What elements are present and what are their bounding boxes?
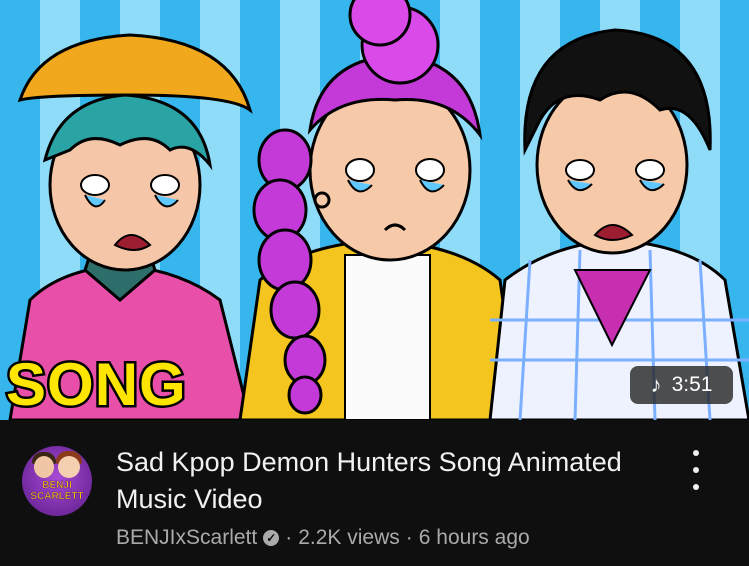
view-count: 2.2K views	[298, 526, 400, 549]
channel-logo: BENJI SCARLETT	[30, 480, 84, 503]
upload-age: 6 hours ago	[418, 526, 530, 549]
channel-name[interactable]: BENJIxScarlett	[116, 526, 257, 550]
middle-character	[238, 0, 522, 420]
verified-badge-icon: ✓	[263, 530, 280, 546]
video-byline: BENJIxScarlett ✓ · 2.2K views · 6 hours …	[116, 526, 530, 550]
right-character	[488, 28, 749, 420]
video-meta: BENJI SCARLETT Sad Kpop Demon Hunters So…	[0, 420, 749, 566]
separator: ·	[405, 526, 413, 549]
channel-avatar[interactable]: BENJI SCARLETT	[22, 446, 92, 516]
video-title[interactable]: Sad Kpop Demon Hunters Song Animated Mus…	[116, 444, 676, 518]
duration-text: 3:51	[671, 373, 713, 396]
song-badge: SONG	[4, 351, 189, 418]
more-vert-icon[interactable]	[686, 450, 706, 490]
music-note-icon: ♪	[650, 372, 662, 397]
separator: ·	[285, 526, 293, 549]
duration-badge: ♪ 3:51	[630, 366, 733, 404]
video-thumbnail[interactable]: SONG ♪ 3:51	[0, 0, 749, 420]
